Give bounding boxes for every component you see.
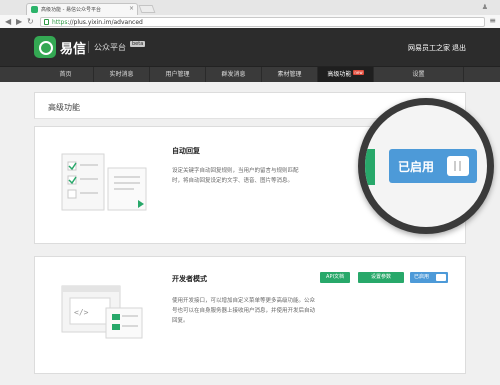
back-icon[interactable]: ◀ <box>5 17 11 26</box>
developer-desc-line-2: 号也可以在自身服务器上接收用户消息，并使用开发后自动 <box>172 308 316 314</box>
nav-realtime-messages[interactable]: 实时消息 <box>94 67 150 83</box>
magnified-green-edge <box>365 149 375 185</box>
logout-link[interactable]: 退出 <box>452 43 466 53</box>
browser-toolbar: ◀ ▶ ↻ https://plus.yixin.im/advanced ≡ <box>0 15 500 28</box>
brand-subtitle: 公众平台 <box>94 43 126 52</box>
developer-mode-illustration-icon: </> <box>61 285 143 339</box>
nav-user-management[interactable]: 用户管理 <box>150 67 206 83</box>
favicon-icon <box>31 6 38 13</box>
brand-divider <box>88 41 89 53</box>
nav-advanced-features[interactable]: 高级功能 new <box>318 67 374 83</box>
developer-mode-toggle[interactable]: 已启用 <box>410 272 448 283</box>
new-tab-button[interactable] <box>138 5 156 13</box>
nav-home[interactable]: 首页 <box>38 67 94 83</box>
nav-materials[interactable]: 素材管理 <box>262 67 318 83</box>
section-title: 高级功能 <box>48 103 80 112</box>
developer-toggle-label: 已启用 <box>414 274 430 280</box>
toggle-knob-magnified <box>447 156 469 176</box>
browser-tab[interactable]: 高级功能 - 易信公众号平台 × <box>26 3 138 15</box>
developer-mode-title: 开发者模式 <box>172 275 207 283</box>
settings-params-button[interactable]: 设置参数 <box>358 272 404 283</box>
beta-badge: beta <box>130 41 146 47</box>
tab-close-icon[interactable]: × <box>129 5 134 12</box>
nav-advanced-label: 高级功能 <box>327 71 352 78</box>
reload-icon[interactable]: ↻ <box>27 17 34 26</box>
developer-mode-description: 使用开发接口，可以增加自定义菜单等更多高级功能。公众 号也可以在自身服务器上接收… <box>172 296 352 326</box>
forward-icon[interactable]: ▶ <box>16 17 22 26</box>
magnifier-callout: 已启用 <box>358 98 494 234</box>
developer-desc-line-1: 使用开发接口，可以增加自定义菜单等更多高级功能。公众 <box>172 298 316 304</box>
url-text: https://plus.yixin.im/advanced <box>52 19 143 26</box>
svg-text:</>: </> <box>74 308 89 317</box>
auto-reply-description: 设定关键字自动回复规则，当用户的留言与规则匹配 时，将自动回复设定的文字、语音、… <box>172 166 347 186</box>
new-badge: new <box>353 70 364 75</box>
api-docs-button[interactable]: API文档 <box>320 272 350 283</box>
auto-reply-desc-line-1: 设定关键字自动回复规则，当用户的留言与规则匹配 <box>172 168 299 174</box>
auto-reply-toggle[interactable]: 已启用 <box>389 149 477 183</box>
site-header: 易信 公众平台 beta 网易员工之家 退出 <box>0 28 500 66</box>
nav-settings[interactable]: 设置 <box>374 67 464 83</box>
auto-reply-toggle-label: 已启用 <box>398 160 435 174</box>
address-bar[interactable]: https://plus.yixin.im/advanced <box>40 17 485 27</box>
auto-reply-title: 自动回复 <box>172 147 200 155</box>
window-user-icon[interactable]: ♟ <box>482 3 488 11</box>
auto-reply-desc-line-2: 时，将自动回复设定的文字、语音、图片等消息。 <box>172 178 294 184</box>
lock-icon <box>44 19 49 25</box>
browser-chrome: 高级功能 - 易信公众号平台 × ♟ ◀ ▶ ↻ https://plus.yi… <box>0 0 500 28</box>
brand-name[interactable]: 易信 <box>60 38 86 57</box>
developer-desc-line-3: 回复。 <box>172 318 189 324</box>
tab-title: 高级功能 - 易信公众号平台 <box>41 7 101 13</box>
toggle-knob <box>436 274 446 281</box>
browser-menu-icon[interactable]: ≡ <box>489 17 496 25</box>
nav-broadcast[interactable]: 群发消息 <box>206 67 262 83</box>
yixin-logo-icon[interactable] <box>34 36 56 58</box>
auto-reply-illustration-icon <box>61 153 147 211</box>
main-nav: 首页 实时消息 用户管理 群发消息 素材管理 高级功能 new 设置 <box>0 66 500 83</box>
account-name[interactable]: 网易员工之家 <box>408 43 450 53</box>
